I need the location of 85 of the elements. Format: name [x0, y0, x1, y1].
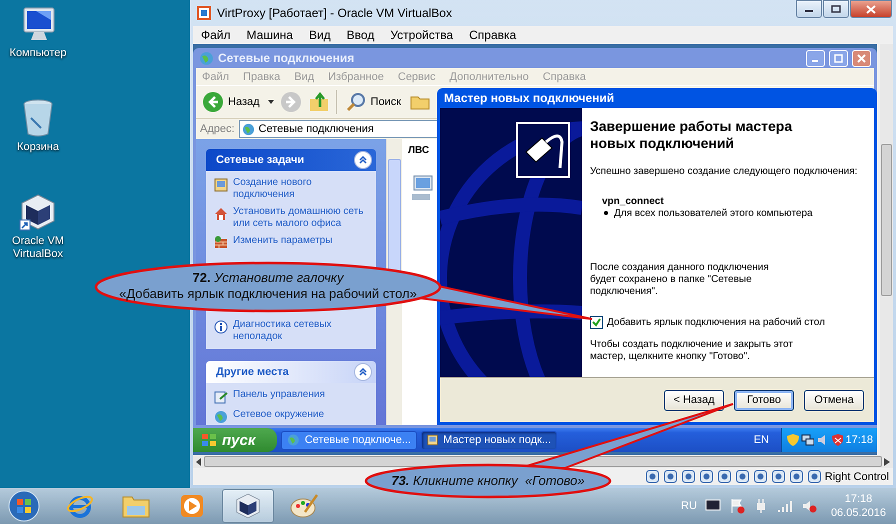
- menu-item[interactable]: Справка: [469, 28, 516, 42]
- play-icon: [179, 493, 205, 519]
- control-panel-icon: [214, 390, 228, 404]
- maximize-button[interactable]: [823, 0, 849, 18]
- taskbar-button[interactable]: Мастер новых подк...: [421, 430, 557, 450]
- dialog-button[interactable]: < Назад: [664, 390, 724, 410]
- taskbar-button[interactable]: Сетевые подключе...: [281, 430, 417, 450]
- dialog-button[interactable]: Отмена: [804, 390, 864, 410]
- desktop-icon-label[interactable]: Корзина: [6, 141, 70, 154]
- close-button[interactable]: [850, 0, 892, 18]
- scrollbar[interactable]: [880, 44, 893, 455]
- right-arrow-icon[interactable]: [884, 458, 890, 466]
- shortcut-checkbox[interactable]: Добавить ярлык подключения на рабочий стол: [590, 316, 825, 329]
- app-icon: [196, 5, 212, 21]
- menu-item[interactable]: Устройства: [390, 28, 454, 42]
- close-icon: [857, 54, 866, 62]
- intro-text: Успешно завершено создание следующего подключения:: [590, 166, 858, 178]
- minimize-button[interactable]: [796, 0, 822, 18]
- collapse-icon: [359, 368, 367, 376]
- bullet-icon: [604, 208, 608, 218]
- trash-bin-icon: [21, 98, 55, 138]
- left-arrow-icon[interactable]: [196, 458, 202, 466]
- task-link[interactable]: Панель управления: [233, 389, 325, 401]
- taskbar-button[interactable]: [222, 489, 274, 523]
- windows-logo-icon: [201, 433, 217, 447]
- speaker-icon[interactable]: [800, 498, 817, 514]
- menu-item[interactable]: Ввод: [346, 28, 374, 42]
- folder-up-icon[interactable]: [308, 91, 330, 113]
- address-label: Адрес:: [200, 123, 235, 135]
- maximize-icon: [831, 5, 841, 13]
- flag-icon[interactable]: [728, 498, 745, 514]
- clock: 17:18: [845, 434, 873, 446]
- window-title: Сетевые подключения: [218, 51, 356, 65]
- maximize-icon: [834, 54, 843, 62]
- language-indicator[interactable]: EN: [746, 434, 777, 446]
- close-icon: [866, 4, 876, 14]
- search-button[interactable]: Поиск: [342, 91, 404, 113]
- shield-icon[interactable]: [830, 433, 844, 447]
- connection-name: vpn_connect: [602, 196, 664, 208]
- dialog-button[interactable]: Готово: [734, 390, 794, 410]
- menu-item[interactable]: Машина: [246, 28, 293, 42]
- task-link[interactable]: Установить домашнюю сеть или сеть малого офиса: [233, 206, 372, 230]
- house-icon: [214, 207, 228, 221]
- globe-icon: [214, 410, 228, 424]
- menu-item[interactable]: Файл: [201, 28, 231, 42]
- window-title: Мастер новых подключений: [444, 91, 614, 105]
- group-header: ЛВС: [408, 145, 430, 156]
- host-key-label: Right Control: [824, 470, 889, 482]
- window-icon: [214, 178, 228, 192]
- connection-detail: Для всех пользователей этого компьютера: [614, 208, 813, 220]
- task-link[interactable]: Диагностика сетевых неполадок: [233, 319, 372, 343]
- search-icon: [344, 91, 367, 113]
- menu-item[interactable]: Вид: [308, 28, 331, 42]
- hint-text: Чтобы создать подключение и закрыть этот мастер, щелкните кнопку "Готово".: [590, 339, 794, 363]
- info-icon: [214, 320, 228, 334]
- start-button[interactable]: пуск: [193, 428, 277, 452]
- collapse-icon: [359, 156, 367, 164]
- checkmark-icon: [592, 318, 601, 327]
- palette-icon: [289, 492, 319, 520]
- monitors-icon[interactable]: [800, 433, 814, 447]
- task-link[interactable]: Сетевое окружение: [233, 409, 324, 421]
- window-title: VirtProxy [Работает] - Oracle VM VirtualBox: [217, 6, 453, 20]
- back-button[interactable]: Назад: [200, 91, 262, 113]
- brick-wall-icon: [214, 236, 228, 250]
- note-text: После создания данного подключения будет сохранено в папке "Сетевые подключения".: [590, 262, 770, 298]
- task-link[interactable]: Изменить параметры: [233, 235, 332, 247]
- collapse-button[interactable]: [354, 151, 372, 169]
- windows-logo-icon: [7, 489, 41, 523]
- caret-icon[interactable]: [268, 100, 274, 104]
- callout-text: 72. Установите галочку «Добавить ярлык подключения на рабочий стол»: [118, 270, 418, 302]
- cube-icon: [234, 492, 262, 520]
- callout-text: 73. Кликните кнопку «Готово»: [390, 473, 586, 489]
- desktop-icon-label[interactable]: Oracle VM VirtualBox: [6, 235, 70, 261]
- collapse-button[interactable]: [354, 363, 372, 381]
- panel-header[interactable]: Сетевые задачи: [206, 149, 376, 171]
- task-link[interactable]: Создание нового подключения: [233, 177, 372, 201]
- wizard-heading: Завершение работы мастера новых подключений: [590, 118, 794, 152]
- globe-icon: [287, 432, 300, 448]
- checkbox[interactable]: [590, 316, 603, 329]
- globe-icon: [242, 122, 255, 136]
- network-cable-icon: [516, 122, 570, 178]
- window-icon: [427, 432, 438, 448]
- desktop-icon-label[interactable]: Компьютер: [6, 47, 70, 60]
- panel-header[interactable]: Другие места: [206, 361, 376, 383]
- globe-icon: [199, 50, 214, 66]
